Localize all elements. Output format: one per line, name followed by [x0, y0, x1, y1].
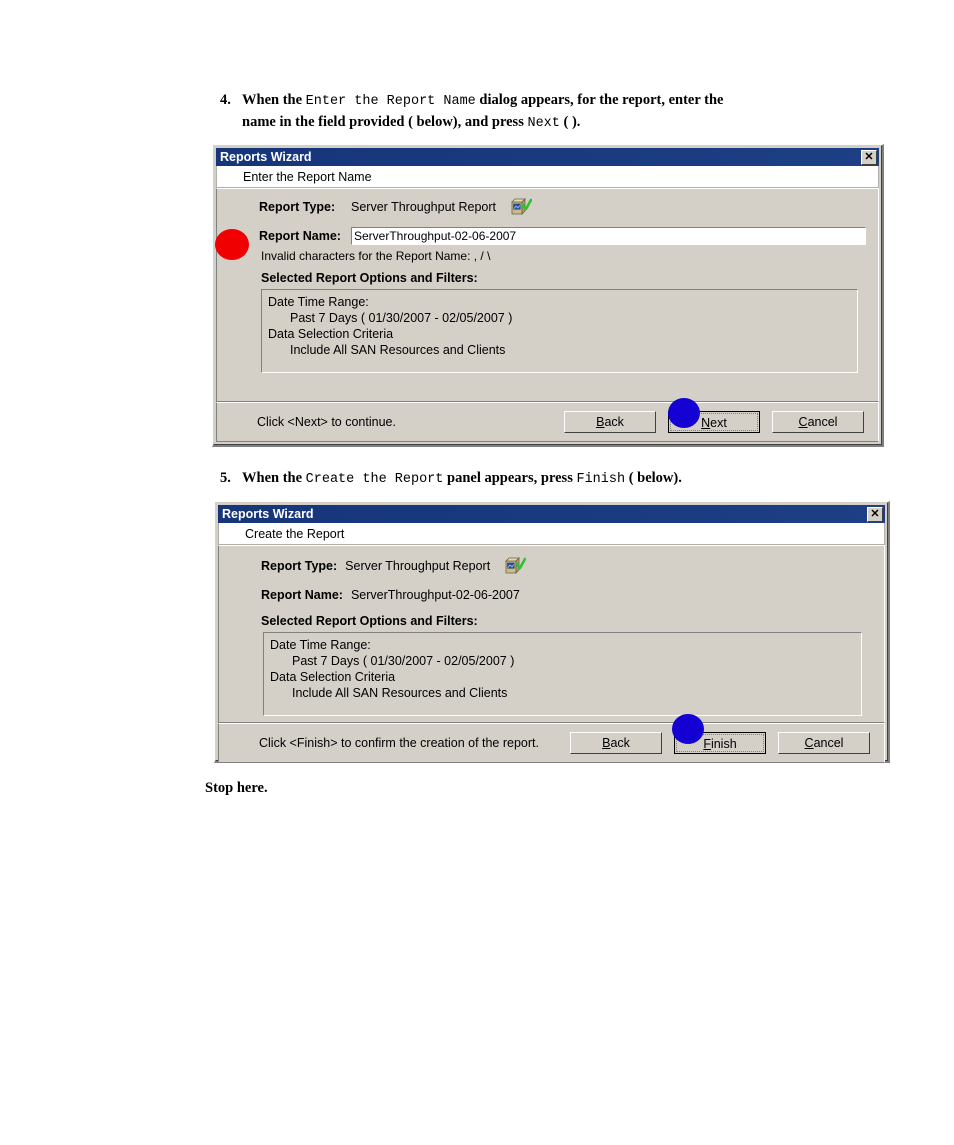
filter-line: Include All SAN Resources and Clients	[290, 343, 506, 357]
filter-line: Data Selection Criteria	[270, 670, 396, 684]
step-4-instruction: 4. When the Enter the Report Name dialog…	[220, 90, 870, 134]
step-4-line1-head: When the	[242, 92, 306, 108]
step-5-line-mid: panel appears, press	[443, 470, 577, 486]
cancel-button-label: ancel	[813, 736, 844, 750]
dialog1-button-bar: Click <Next> to continue. Back Next Canc…	[216, 402, 879, 442]
next-button-accel: N	[701, 416, 711, 430]
dialog2-report-type-row: Report Type: Server Throughput Report	[261, 556, 872, 576]
step-4-line1-tail: dialog appears, for the report, enter th…	[475, 92, 724, 108]
dialog1-titlebar: Reports Wizard ✕	[216, 148, 879, 166]
finish-button-accel: F	[703, 737, 711, 751]
back-button[interactable]: Back	[564, 411, 656, 433]
step-4-body: When the Enter the Report Name dialog ap…	[242, 90, 870, 134]
step-4-line2-mid: below), and press	[412, 114, 528, 130]
report-name-label: Report Name:	[261, 588, 343, 602]
dialog2-filters-title: Selected Report Options and Filters:	[261, 614, 478, 628]
cancel-button-label: ancel	[807, 415, 838, 429]
dialog2-button-bar: Click <Finish> to confirm the creation o…	[218, 723, 885, 763]
dialog2-report-name-row: Report Name: ServerThroughput-02-06-2007	[261, 588, 872, 602]
step-5-number: 5.	[220, 470, 231, 486]
step-4-dialog-name: Enter the Report Name	[305, 94, 476, 109]
next-button-label: ext	[710, 416, 727, 430]
reports-wizard-dialog-create-report: Reports Wizard ✕ Create the Report Repor…	[214, 501, 890, 763]
filter-line: Past 7 Days ( 01/30/2007 - 02/05/2007 )	[292, 654, 515, 668]
step-5-panel-name: Create the Report	[305, 472, 444, 487]
dialog1-title: Reports Wizard	[220, 150, 312, 164]
dialog2-panel-heading: Create the Report	[245, 526, 345, 541]
close-icon[interactable]: ✕	[867, 506, 883, 522]
report-type-value: Server Throughput Report	[351, 200, 496, 214]
filter-line: Date Time Range:	[270, 638, 371, 652]
dialog1-bar-text: Click <Next> to continue.	[257, 415, 396, 429]
dialog2-bar-text: Click <Finish> to confirm the creation o…	[259, 736, 539, 750]
dialog1-panel-heading-bar: Enter the Report Name	[216, 166, 879, 188]
step-5-line-tail: ( below).	[625, 470, 682, 486]
report-type-value: Server Throughput Report	[345, 559, 491, 573]
step-5-finish-keyword: Finish	[576, 472, 626, 487]
filter-line: Include All SAN Resources and Clients	[292, 686, 508, 700]
cancel-button-accel: C	[798, 415, 808, 429]
back-button-label: ack	[610, 736, 630, 750]
invalid-characters-hint: Invalid characters for the Report Name: …	[261, 249, 491, 263]
dialog2-panel-heading-bar: Create the Report	[218, 523, 885, 545]
dialog1-report-name-row: Report Name: ServerThroughput-02-06-2007	[259, 227, 866, 245]
dialog1-content: Report Type: Server Throughput Report Re…	[216, 188, 879, 402]
blue-circle-marker-finish	[672, 714, 704, 744]
stop-here-text: Stop here.	[205, 780, 268, 796]
dialog1-panel-heading: Enter the Report Name	[243, 169, 372, 184]
dialog1-filters-title: Selected Report Options and Filters:	[261, 271, 478, 285]
filter-line: Past 7 Days ( 01/30/2007 - 02/05/2007 )	[290, 311, 513, 325]
step-5-body: When the Create the Report panel appears…	[242, 468, 870, 490]
step-4-line2-head: name in the field provided (	[242, 114, 413, 130]
dialog1-report-type-row: Report Type: Server Throughput Report	[259, 197, 866, 217]
step-4-line2-tail: ( ).	[559, 114, 581, 130]
dialog2-titlebar: Reports Wizard ✕	[218, 505, 885, 523]
filter-line: Date Time Range:	[268, 295, 369, 309]
report-type-label: Report Type:	[261, 559, 338, 573]
filter-line: Data Selection Criteria	[268, 327, 394, 341]
step-4-next-keyword: Next	[527, 116, 560, 131]
step-5-instruction: 5. When the Create the Report panel appe…	[220, 468, 870, 490]
back-button[interactable]: Back	[570, 732, 662, 754]
blue-circle-marker-next	[668, 398, 700, 428]
reports-wizard-dialog-enter-report-name: Reports Wizard ✕ Enter the Report Name R…	[212, 144, 884, 447]
red-circle-marker	[215, 229, 249, 260]
dialog2-content: Report Type: Server Throughput Report Re…	[218, 545, 885, 723]
server-report-icon	[504, 556, 527, 576]
cancel-button[interactable]: Cancel	[772, 411, 864, 433]
report-type-label: Report Type:	[259, 200, 336, 214]
close-icon[interactable]: ✕	[861, 149, 877, 165]
report-name-value: ServerThroughput-02-06-2007	[350, 588, 520, 602]
dialog2-filters-box: Date Time Range: Past 7 Days ( 01/30/200…	[263, 632, 862, 716]
cancel-button[interactable]: Cancel	[778, 732, 870, 754]
report-name-label: Report Name:	[259, 229, 341, 243]
cancel-button-accel: C	[804, 736, 814, 750]
step-4-number: 4.	[220, 92, 231, 108]
dialog2-title: Reports Wizard	[222, 507, 314, 521]
back-button-label: ack	[604, 415, 624, 429]
dialog1-filters-box: Date Time Range: Past 7 Days ( 01/30/200…	[261, 289, 858, 373]
step-5-line-head: When the	[242, 470, 306, 486]
server-report-icon	[510, 197, 533, 217]
report-name-input[interactable]: ServerThroughput-02-06-2007	[351, 227, 866, 245]
finish-button-label: inish	[710, 737, 737, 751]
